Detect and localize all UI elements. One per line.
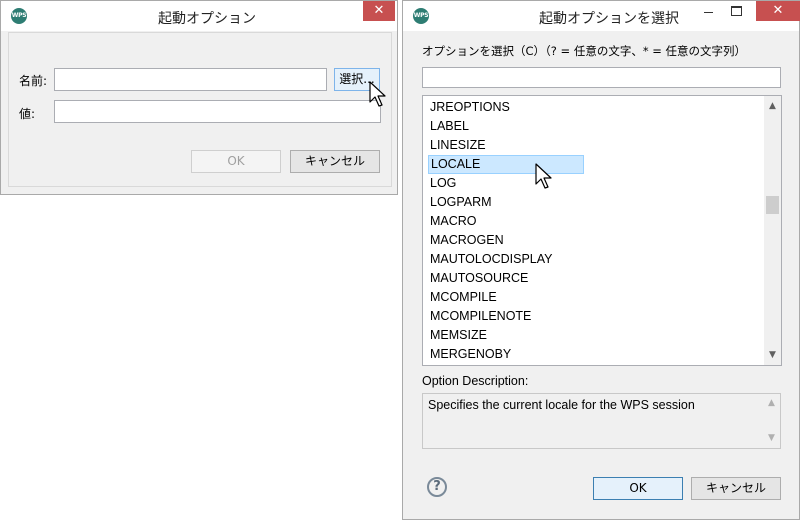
chevron-up-icon[interactable]: ▲ — [764, 98, 781, 115]
description-label: Option Description: — [422, 374, 529, 388]
option-item[interactable]: MEMSIZE — [428, 326, 728, 345]
option-item[interactable]: LOG — [428, 174, 728, 193]
arrow-cursor-icon — [369, 81, 386, 107]
dialog-title: 起動オプション — [158, 11, 256, 27]
arrow-cursor-icon — [535, 163, 552, 189]
list-scrollbar[interactable]: ▲ ▼ — [764, 96, 781, 365]
name-input[interactable] — [54, 68, 327, 91]
ok-button[interactable]: OK — [593, 477, 683, 500]
option-item[interactable]: MCOMPILE — [428, 288, 728, 307]
filter-label: オプションを選択（C）（? = 任意の文字、* = 任意の文字列） — [422, 44, 747, 58]
title-bar[interactable]: WPS 起動オプション ✕ — [1, 1, 397, 31]
maximize-button[interactable] — [724, 1, 748, 21]
value-label: 値: — [19, 107, 36, 121]
option-item[interactable]: JREOPTIONS — [428, 98, 728, 117]
option-item[interactable]: LINESIZE — [428, 136, 728, 155]
close-button[interactable]: ✕ — [756, 1, 800, 21]
close-button[interactable]: ✕ — [363, 1, 395, 21]
chevron-down-icon[interactable]: ▼ — [764, 347, 781, 364]
help-icon[interactable]: ? — [427, 477, 447, 497]
option-item[interactable]: MAUTOLOCDISPLAY — [428, 250, 728, 269]
description-text: Specifies the current locale for the WPS… — [428, 398, 695, 412]
option-item[interactable]: MERGENOBY — [428, 345, 728, 364]
select-startup-option-dialog: WPS 起動オプションを選択 ✕ オプションを選択（C）（? = 任意の文字、*… — [402, 0, 800, 520]
value-input[interactable] — [54, 100, 381, 123]
chevron-down-icon[interactable]: ▼ — [763, 430, 780, 447]
option-item[interactable]: MACROGEN — [428, 231, 728, 250]
chevron-up-icon[interactable]: ▲ — [763, 395, 780, 412]
filter-input[interactable] — [422, 67, 781, 88]
option-item[interactable]: LOGPARM — [428, 193, 728, 212]
cancel-button[interactable]: キャンセル — [691, 477, 781, 500]
description-scrollbar[interactable]: ▲ ▼ — [763, 394, 780, 448]
scroll-thumb[interactable] — [766, 196, 779, 214]
dialog-title: 起動オプションを選択 — [539, 11, 679, 27]
minimize-button[interactable] — [696, 1, 720, 21]
ok-button[interactable]: OK — [191, 150, 281, 173]
option-item[interactable]: MAUTOSOURCE — [428, 269, 728, 288]
name-label: 名前: — [19, 74, 48, 88]
option-item[interactable]: MACRO — [428, 212, 728, 231]
option-list[interactable]: JREOPTIONS LABEL LINESIZE LOCALE LOG LOGPARM M… — [422, 95, 782, 366]
title-bar[interactable]: WPS 起動オプションを選択 ✕ — [403, 1, 800, 31]
option-item[interactable]: MCOMPILENOTE — [428, 307, 728, 326]
wps-app-icon: WPS — [413, 8, 429, 24]
wps-app-icon: WPS — [11, 8, 27, 24]
option-item-selected[interactable]: LOCALE — [428, 155, 584, 174]
cancel-button[interactable]: キャンセル — [290, 150, 380, 173]
startup-option-dialog: WPS 起動オプション ✕ 名前: 選択... 値: OK キャンセル — [0, 0, 398, 195]
description-box: Specifies the current locale for the WPS… — [422, 393, 781, 449]
option-item[interactable]: LABEL — [428, 117, 728, 136]
